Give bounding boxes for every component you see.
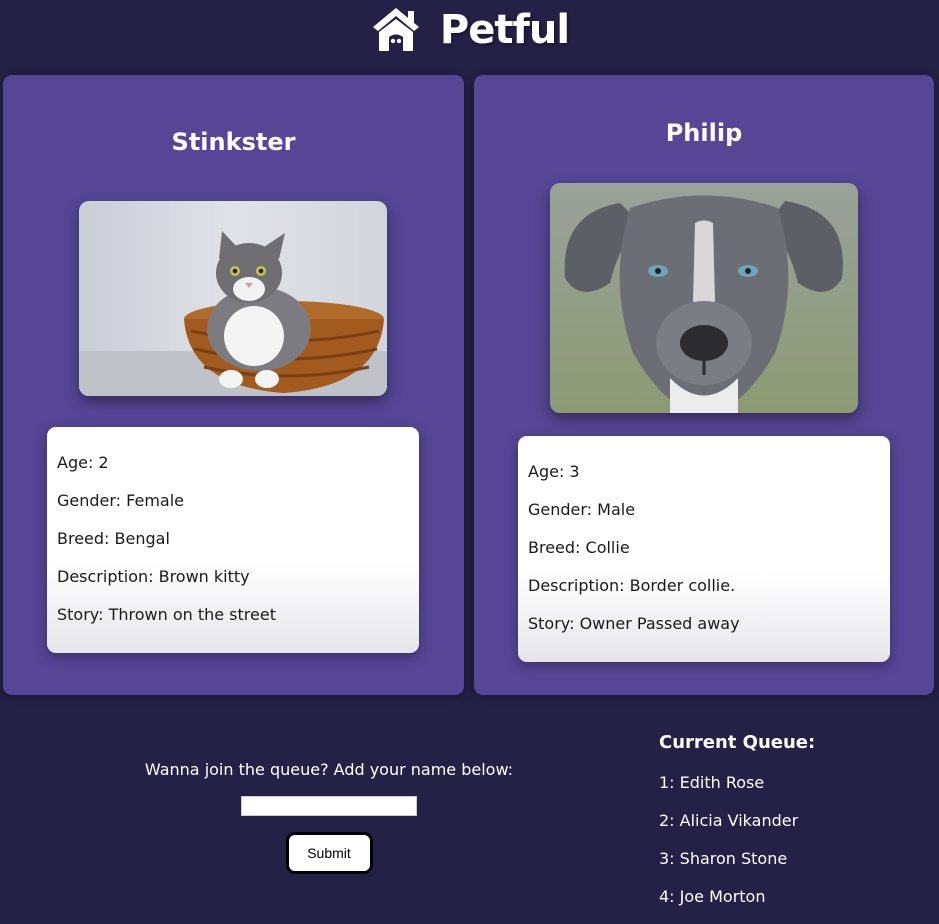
pet-breed: Breed: Collie (528, 538, 630, 557)
pet-description: Description: Border collie. (528, 576, 736, 595)
queue-item: 1: Edith Rose (659, 773, 765, 792)
pet-story: Story: Owner Passed away (528, 614, 740, 633)
pet-age: Age: 3 (528, 462, 580, 481)
house-icon (372, 8, 419, 51)
queue-title: Current Queue: (659, 732, 816, 753)
dog-photo (550, 183, 858, 413)
pet-details: Age: 3 Gender: Male Breed: Collie Descri… (518, 436, 890, 662)
name-input[interactable] (241, 796, 417, 816)
pet-card-dog: Philip Age: 3 Gender: Male Breed: Collie… (474, 75, 934, 695)
queue-item: 2: Alicia Vikander (659, 811, 799, 830)
submit-button[interactable]: Submit (285, 832, 373, 874)
join-queue-form: Wanna join the queue? Add your name belo… (140, 758, 518, 874)
header: Petful (0, 0, 939, 60)
queue-item: 4: Joe Morton (659, 887, 766, 906)
pet-age: Age: 2 (57, 453, 109, 472)
cat-photo (79, 201, 387, 396)
join-queue-label: Wanna join the queue? Add your name belo… (144, 760, 514, 779)
queue-item: 3: Sharon Stone (659, 849, 788, 868)
app-title: Petful (439, 7, 570, 53)
pet-gender: Gender: Male (528, 500, 636, 519)
pet-name: Philip (665, 119, 743, 147)
pet-story: Story: Thrown on the street (57, 605, 276, 624)
pet-breed: Breed: Bengal (57, 529, 170, 548)
pet-name: Stinkster (171, 128, 296, 156)
current-queue: Current Queue: 1: Edith Rose 2: Alicia V… (659, 730, 919, 922)
pet-gender: Gender: Female (57, 491, 185, 510)
pet-description: Description: Brown kitty (57, 567, 250, 586)
logo[interactable]: Petful (370, 5, 570, 55)
pet-details: Age: 2 Gender: Female Breed: Bengal Desc… (47, 427, 419, 653)
pet-card-cat: Stinkster Age: 2 Gender: Female Breed: B… (3, 75, 464, 695)
